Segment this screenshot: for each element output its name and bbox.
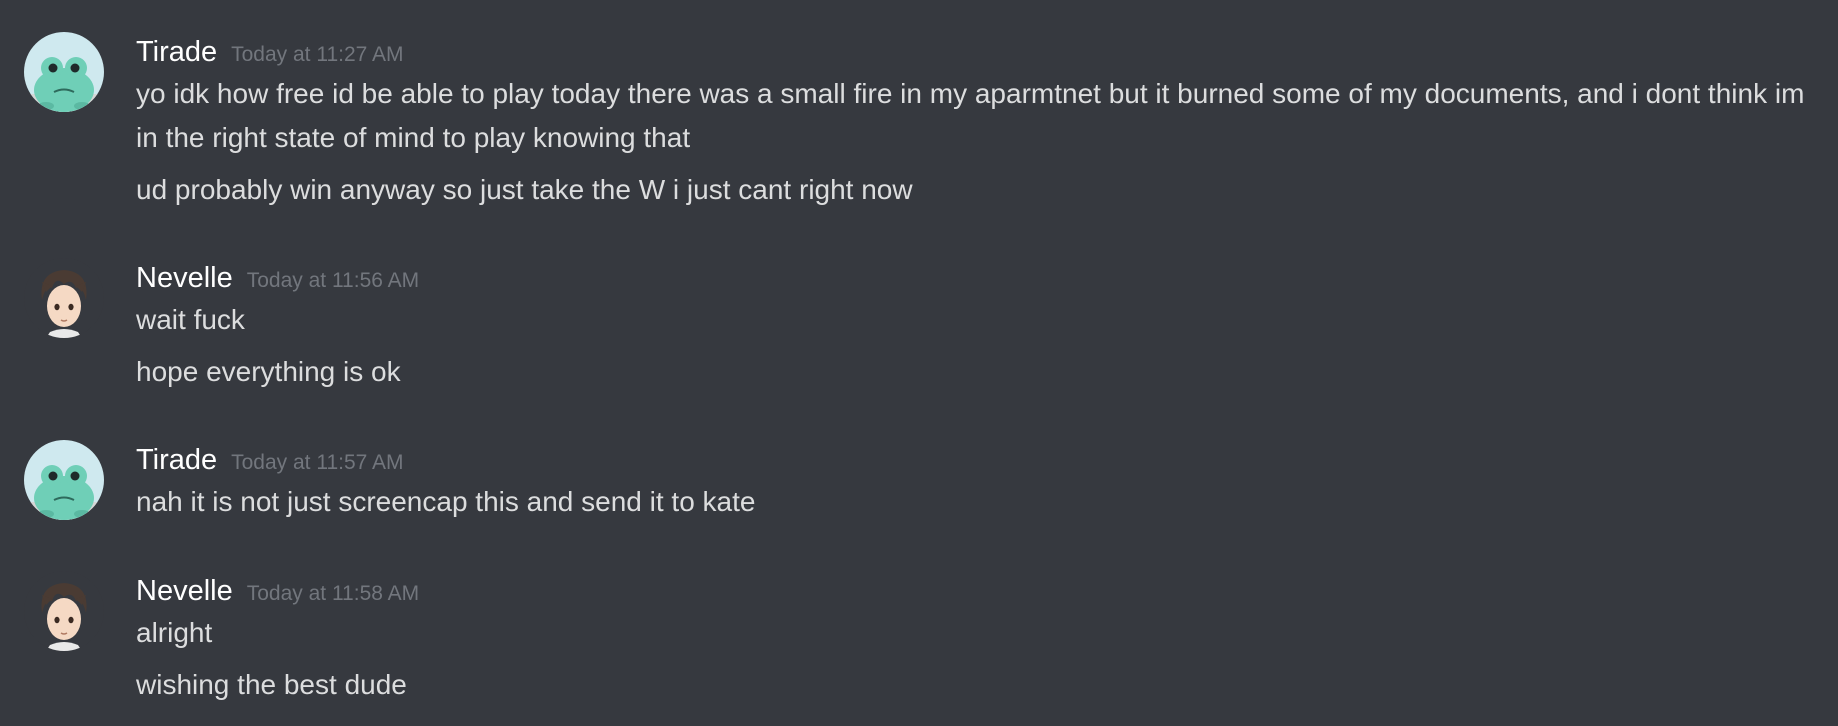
username[interactable]: Tirade: [136, 440, 217, 480]
message-header: Nevelle Today at 11:58 AM: [136, 571, 1818, 611]
frog-icon: [24, 32, 104, 112]
message-text: ud probably win anyway so just take the …: [136, 174, 913, 205]
chat-log: Tirade Today at 11:27 AM yo idk how free…: [0, 0, 1838, 726]
timestamp[interactable]: Today at 11:56 AM: [247, 261, 419, 301]
frog-avatar[interactable]: [24, 440, 104, 520]
anime-boy-avatar[interactable]: [24, 571, 104, 651]
message-text: yo idk how free id be able to play today…: [136, 78, 1805, 153]
username[interactable]: Nevelle: [136, 258, 233, 298]
frog-avatar[interactable]: [24, 32, 104, 112]
message-text: alright: [136, 617, 213, 648]
message-text: nah it is not just screencap this and se…: [136, 486, 756, 517]
timestamp[interactable]: Today at 11:57 AM: [231, 443, 403, 483]
message-content: Nevelle Today at 11:56 AM wait fuck hope…: [136, 258, 1818, 394]
message-header: Tirade Today at 11:57 AM: [136, 440, 1818, 480]
message-content: Tirade Today at 11:27 AM yo idk how free…: [136, 32, 1818, 212]
anime-boy-icon: [24, 258, 104, 338]
message-content: Tirade Today at 11:57 AM nah it is not j…: [136, 440, 1818, 524]
frog-icon: [24, 440, 104, 520]
message-content: Nevelle Today at 11:58 AM alright wishin…: [136, 571, 1818, 707]
message-header: Nevelle Today at 11:56 AM: [136, 258, 1818, 298]
username[interactable]: Nevelle: [136, 571, 233, 611]
username[interactable]: Tirade: [136, 32, 217, 72]
message-header: Tirade Today at 11:27 AM: [136, 32, 1818, 72]
anime-boy-avatar[interactable]: [24, 258, 104, 338]
message-text: hope everything is ok: [136, 356, 401, 387]
message-text: wishing the best dude: [136, 669, 407, 700]
timestamp[interactable]: Today at 11:27 AM: [231, 35, 403, 75]
anime-boy-icon: [24, 571, 104, 651]
timestamp[interactable]: Today at 11:58 AM: [247, 574, 419, 614]
message-text: wait fuck: [136, 304, 245, 335]
